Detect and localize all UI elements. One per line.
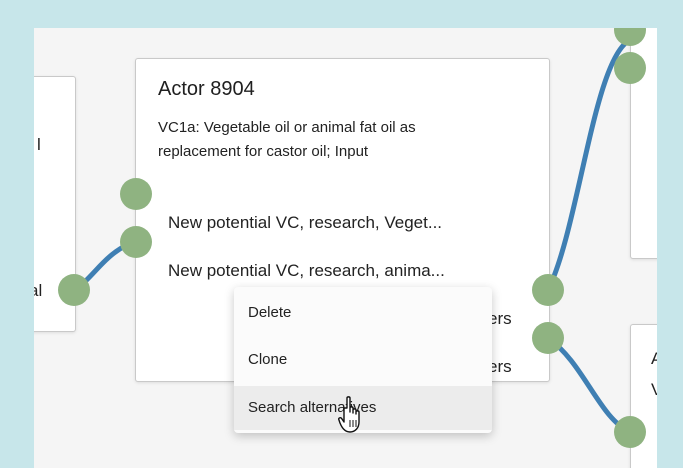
menu-item-delete[interactable]: Delete: [234, 291, 492, 335]
hand-cursor-icon: [338, 396, 360, 433]
menu-item-clone[interactable]: Clone: [234, 338, 492, 382]
right-node-bottom-port[interactable]: [614, 416, 646, 448]
edge-output-2-to-right-bottom: [545, 335, 633, 435]
input-port-1[interactable]: [120, 178, 152, 210]
output-port-2[interactable]: [532, 322, 564, 354]
output-port-1[interactable]: [532, 274, 564, 306]
input-port-2[interactable]: [120, 226, 152, 258]
left-node-output-port[interactable]: [58, 274, 90, 306]
right-node-top-port-2[interactable]: [614, 52, 646, 84]
